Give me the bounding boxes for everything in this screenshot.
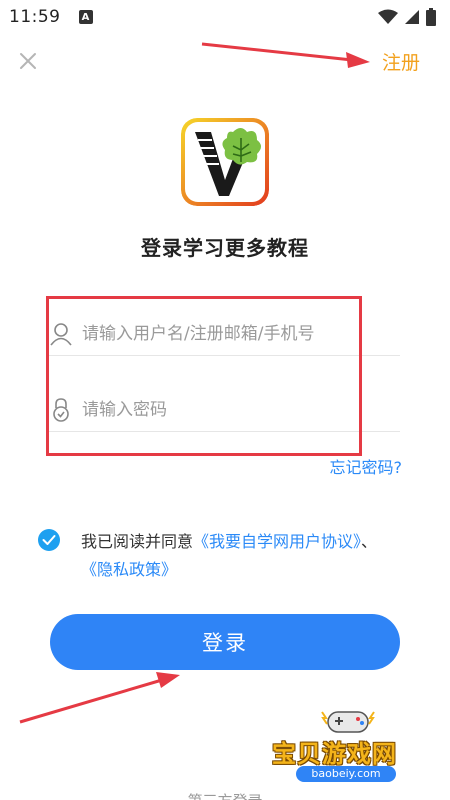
annotation-arrow-register [201, 42, 370, 68]
app-logo-image [181, 118, 269, 206]
agreement-checkbox[interactable] [38, 529, 60, 551]
status-time: 11:59 [9, 7, 61, 27]
lock-icon [48, 397, 74, 423]
agreement-prefix: 我已阅读并同意 [81, 532, 194, 551]
password-input[interactable] [82, 399, 382, 420]
forgot-password-link[interactable]: 忘记密码? [330, 454, 403, 478]
gamepad-icon [321, 711, 375, 733]
agreement-separator: 、 [361, 532, 378, 551]
status-bar: 11:59 A [0, 0, 450, 34]
user-icon [48, 321, 74, 347]
page-title: 登录学习更多教程 [141, 236, 309, 260]
wifi-icon [378, 9, 398, 24]
signal-icon [405, 10, 419, 24]
username-input[interactable] [82, 323, 382, 344]
login-screen: 11:59 A 注册 登录学习更多教程 请输入用户名/注册邮箱/手机号 忘记密码… [0, 0, 450, 800]
watermark-logo: 宝贝游戏网 baobeiy.com [268, 706, 428, 786]
password-field [48, 388, 400, 432]
login-button[interactable]: 登录 [50, 614, 400, 670]
check-icon [42, 535, 56, 545]
watermark-title: 宝贝游戏网 [272, 740, 397, 768]
privacy-policy-link[interactable]: 《隐私政策》 [81, 560, 177, 579]
app-logo [181, 118, 269, 206]
close-button[interactable] [14, 47, 42, 75]
notification-icon: A [78, 10, 93, 24]
agreement-text: 我已阅读并同意《我要自学网用户协议》、《隐私政策》 [81, 528, 381, 584]
watermark-domain: baobeiy.com [296, 766, 396, 782]
battery-icon [426, 8, 436, 26]
status-icons [378, 8, 436, 26]
username-field [48, 312, 400, 356]
annotation-arrow-login [19, 672, 180, 724]
register-link[interactable]: 注册 [382, 48, 420, 75]
third-party-login-label: 第三方登录 [0, 790, 450, 800]
user-agreement-link[interactable]: 《我要自学网用户协议》 [193, 532, 361, 551]
close-icon [20, 53, 36, 69]
